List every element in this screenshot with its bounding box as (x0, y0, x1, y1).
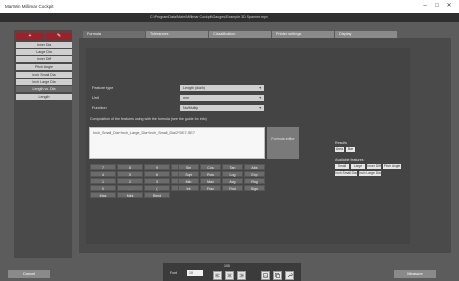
formula-editor-button[interactable]: Formula editor (267, 127, 299, 159)
result-chip[interactable]: Area (335, 147, 344, 152)
keypad-key[interactable]: ( (144, 185, 170, 191)
keypad-key[interactable]: Sqrt (178, 171, 199, 177)
cancel-button[interactable]: Cancel (8, 270, 50, 278)
feature-chip[interactable]: Small Dia (335, 164, 349, 173)
results-label: Results (335, 141, 347, 145)
tab-tolerances[interactable]: Tolerances (146, 31, 208, 38)
keypad-key[interactable]: 4 (90, 171, 116, 177)
tab-classification[interactable]: Classification (209, 31, 271, 38)
keypad-key[interactable]: 5 (117, 171, 143, 177)
app-title: MarWin Millimar Cockpit (5, 4, 54, 9)
keypad-key[interactable]: Max (200, 178, 221, 184)
keypad-key[interactable]: Abs (244, 164, 265, 170)
minimize-button[interactable]: – (420, 2, 430, 11)
keypad-key[interactable]: Cos (200, 164, 221, 170)
feature-list-item[interactable]: Length (16, 94, 72, 100)
keypad-key[interactable]: Pow (200, 171, 221, 177)
keypad-key[interactable]: Tan (222, 164, 243, 170)
keypad-key[interactable]: Log (222, 171, 243, 177)
font-size-label: Font (170, 271, 178, 275)
maximize-button[interactable]: □ (432, 2, 442, 11)
keypad-key[interactable]: Int (178, 185, 199, 191)
close-button[interactable]: ✕ (444, 2, 454, 11)
keypad-key[interactable]: 7 (90, 164, 116, 170)
keypad-key[interactable]: 1 (90, 178, 116, 184)
feature-chip[interactable]: Inch Large Dia (359, 171, 381, 176)
tab-display[interactable]: Display (335, 31, 397, 38)
image-icon[interactable] (261, 271, 270, 280)
keypad-key[interactable]: 0 (90, 185, 116, 191)
title-bar (0, 0, 459, 13)
feature-list-item[interactable]: Inch Small Dia (16, 72, 72, 78)
keypad-key[interactable]: Rng (244, 178, 265, 184)
tab-printer-settings[interactable]: Printer settings (272, 31, 334, 38)
keypad-key[interactable]: Frac (200, 185, 221, 191)
feature-chip[interactable]: Inner Diff (367, 164, 381, 169)
chevron-down-icon: ▼ (258, 106, 262, 110)
keypad-key[interactable]: Sign (244, 185, 265, 191)
feature-list-item[interactable]: Inch Large Dia (16, 79, 72, 85)
feature-list-item[interactable]: Pitch Angle (16, 64, 72, 70)
unit-select[interactable]: mm ▼ (180, 95, 264, 101)
edit-feature-button[interactable]: ✎ (46, 33, 72, 40)
keypad-key[interactable]: 6 (144, 171, 170, 177)
result-chip[interactable]: Bar (346, 147, 355, 152)
feature-type-value: Length (dia/h) (183, 86, 206, 90)
feature-chip[interactable]: Inch Small Dia (335, 171, 357, 176)
function-label: Function (92, 106, 107, 110)
tab-formula[interactable]: Formula (83, 31, 145, 38)
feature-chip[interactable]: Pitch Angle (383, 164, 401, 169)
keypad-key[interactable]: Avg (222, 178, 243, 184)
keypad-key[interactable]: 2 (117, 178, 143, 184)
unit-value: mm (183, 96, 189, 100)
feature-list-item[interactable]: Inner Dia (16, 42, 72, 48)
keypad-key[interactable]: Exp (244, 171, 265, 177)
measure-button[interactable]: Measure (394, 270, 436, 278)
file-path: C:\ProgramData\Mahr\Millimar Cockpit\Gau… (150, 15, 268, 19)
keypad-key[interactable]: Rnd (222, 185, 243, 191)
function-value: No/Multip (183, 106, 199, 110)
keypad-key[interactable]: Min (178, 178, 199, 184)
keypad-key[interactable]: . (117, 185, 143, 191)
font-size-input[interactable]: 10 (187, 270, 203, 276)
align-left-icon[interactable] (213, 271, 222, 280)
formula-expression-input[interactable]: Inch_Small_Dia+Inch_Large_Dia+Inch_Small… (89, 127, 265, 159)
feature-list-item-selected[interactable]: Length vs. Dia (16, 86, 72, 92)
formula-hint: Composition of the features using with t… (90, 117, 207, 121)
chevron-down-icon: ▼ (258, 96, 262, 100)
chevron-down-icon: ▼ (258, 86, 262, 90)
feature-list-item[interactable]: Inner Diff (16, 56, 72, 62)
keypad-key[interactable]: 3 (144, 178, 170, 184)
feature-type-label: Feature type (92, 86, 114, 90)
zoom-value: 100 (224, 264, 230, 268)
keypad-key[interactable]: Max (90, 192, 116, 198)
available-features-label: Available features (335, 158, 364, 162)
add-feature-button[interactable]: + (16, 33, 44, 40)
feature-chip[interactable]: Large Dia (351, 164, 365, 173)
feature-list-item[interactable]: Large Dia (16, 49, 72, 55)
keypad-key[interactable]: Sin (178, 164, 199, 170)
unit-label: Unit (92, 96, 99, 100)
feature-type-select[interactable]: Length (dia/h) ▼ (180, 85, 264, 91)
keypad-key[interactable]: Mini (117, 192, 143, 198)
keypad-key[interactable]: Rend (144, 192, 170, 198)
copy-icon[interactable] (273, 271, 282, 280)
function-select[interactable]: No/Multip ▼ (180, 105, 264, 111)
keypad-key[interactable]: 8 (117, 164, 143, 170)
align-center-icon[interactable] (225, 271, 234, 280)
keypad-key[interactable]: 9 (144, 164, 170, 170)
wrench-icon[interactable] (285, 271, 294, 280)
align-right-icon[interactable] (237, 271, 246, 280)
